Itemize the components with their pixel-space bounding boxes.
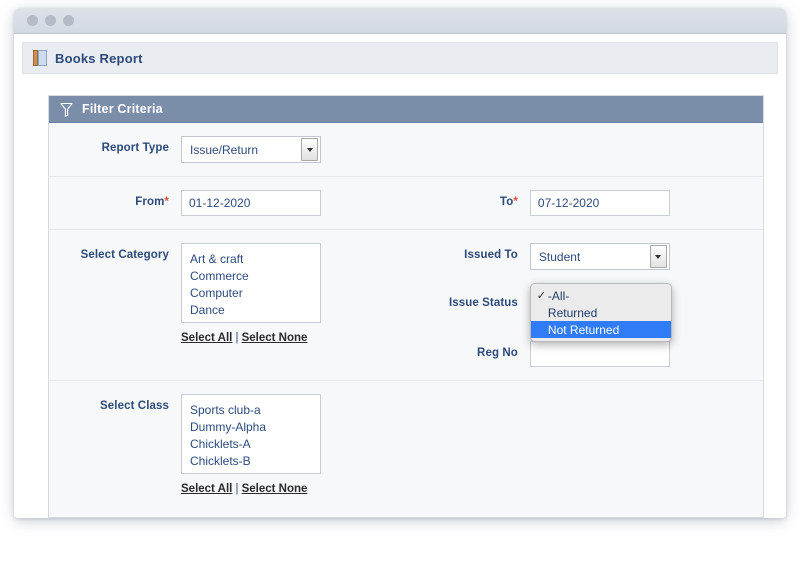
filter-criteria-title: Filter Criteria	[82, 102, 163, 116]
from-required-mark: *	[164, 196, 169, 208]
class-select-all-link[interactable]: Select All	[181, 483, 232, 495]
select-category-listbox[interactable]: Art & craft Commerce Computer Dance	[181, 243, 321, 323]
report-type-select[interactable]: Issue/Return	[181, 136, 321, 163]
list-item[interactable]: Art & craft	[182, 251, 320, 268]
browser-window: Books Report Filter Criteria Report Type	[14, 8, 786, 518]
zoom-window-button[interactable]	[63, 15, 74, 26]
select-class-listbox[interactable]: Sports club-a Dummy-Alpha Chicklets-A Ch…	[181, 394, 321, 474]
issue-status-label: Issue Status	[448, 297, 518, 309]
menu-item-returned[interactable]: Returned	[531, 304, 671, 321]
chevron-down-icon[interactable]	[649, 245, 667, 268]
menu-item-label: Not Returned	[547, 322, 620, 337]
list-item[interactable]: Sports club-a	[182, 402, 320, 419]
menu-item-not-returned[interactable]: Not Returned	[530, 321, 671, 338]
list-item[interactable]: Dance	[182, 302, 320, 319]
check-icon: ✓	[536, 290, 547, 302]
field-select-class: Select Class Sports club-a Dummy-Alpha C…	[49, 394, 438, 495]
right-column-category-row: Issued To Student Issue Status ✓ -All- R…	[438, 243, 763, 367]
list-item[interactable]: Dummy-Alpha	[182, 419, 320, 436]
select-class-label: Select Class	[100, 400, 169, 412]
row-date-range: From* To*	[49, 177, 763, 230]
page-header: Books Report	[22, 42, 778, 74]
filter-criteria-body: Report Type Issue/Return From* 01-12-202…	[49, 123, 763, 517]
issued-to-control: Student	[529, 243, 670, 270]
list-item[interactable]: Chicklets-B	[182, 453, 320, 470]
from-control	[181, 190, 321, 216]
category-select-all-link[interactable]: Select All	[181, 332, 232, 344]
to-control	[529, 190, 670, 216]
row-report-type-spacer	[438, 136, 763, 163]
page-viewport: Books Report Filter Criteria Report Type	[14, 34, 786, 518]
select-category-control: Art & craft Commerce Computer Dance Sele…	[181, 243, 321, 344]
field-report-type: Report Type Issue/Return	[49, 136, 438, 163]
row-category-status: Select Category Art & craft Commerce Com…	[49, 230, 763, 381]
issued-to-select[interactable]: Student	[529, 243, 670, 270]
report-type-label: Report Type	[101, 142, 169, 154]
menu-item-label: Returned	[547, 305, 598, 320]
category-links-separator: |	[235, 332, 239, 344]
list-item[interactable]: Chicklets-A	[182, 436, 320, 453]
reg-no-control	[529, 341, 670, 367]
window-titlebar	[14, 8, 786, 34]
category-select-none-link[interactable]: Select None	[242, 332, 308, 344]
field-from: From*	[49, 190, 438, 216]
field-to: To*	[438, 190, 763, 216]
row-report-type: Report Type Issue/Return	[49, 123, 763, 177]
issue-status-dropdown-menu[interactable]: ✓ -All- Returned Not Returned	[529, 283, 672, 342]
close-window-button[interactable]	[27, 15, 38, 26]
to-required-mark: *	[513, 196, 518, 208]
funnel-icon	[60, 102, 73, 117]
issue-status-control: ✓ -All- Returned Not Returned	[529, 283, 672, 342]
reg-no-label: Reg No	[477, 347, 518, 359]
reg-no-input[interactable]	[529, 341, 670, 367]
field-reg-no: Reg No	[438, 341, 670, 367]
book-icon	[33, 50, 47, 66]
class-select-none-link[interactable]: Select None	[242, 483, 308, 495]
minimize-window-button[interactable]	[45, 15, 56, 26]
class-links-separator: |	[235, 483, 239, 495]
row-select-class: Select Class Sports club-a Dummy-Alpha C…	[49, 381, 763, 517]
filter-criteria-header: Filter Criteria	[49, 96, 763, 123]
filter-criteria-panel: Filter Criteria Report Type Issue/Return	[48, 95, 764, 518]
row-select-class-spacer	[438, 394, 763, 495]
report-type-control: Issue/Return	[181, 136, 321, 163]
field-select-category: Select Category Art & craft Commerce Com…	[49, 243, 438, 367]
page-title: Books Report	[55, 50, 143, 66]
class-select-links: Select All | Select None	[181, 483, 321, 495]
menu-item-all[interactable]: ✓ -All-	[531, 287, 671, 304]
from-date-input[interactable]	[181, 190, 321, 216]
field-issued-to: Issued To Student	[438, 243, 670, 270]
report-type-value: Issue/Return	[190, 142, 259, 157]
chevron-down-icon[interactable]	[301, 138, 318, 161]
select-category-label: Select Category	[80, 249, 169, 261]
to-label: To*	[499, 196, 518, 208]
issued-to-value: Student	[538, 249, 581, 264]
issued-to-label: Issued To	[464, 249, 518, 261]
field-issue-status: Issue Status ✓ -All- Returned Not Return…	[438, 283, 672, 342]
from-label: From*	[135, 196, 169, 208]
list-item[interactable]: Commerce	[182, 268, 320, 285]
list-item[interactable]: Computer	[182, 285, 320, 302]
to-date-input[interactable]	[529, 190, 670, 216]
menu-item-label: -All-	[547, 288, 570, 303]
category-select-links: Select All | Select None	[181, 332, 321, 344]
select-class-control: Sports club-a Dummy-Alpha Chicklets-A Ch…	[181, 394, 321, 495]
